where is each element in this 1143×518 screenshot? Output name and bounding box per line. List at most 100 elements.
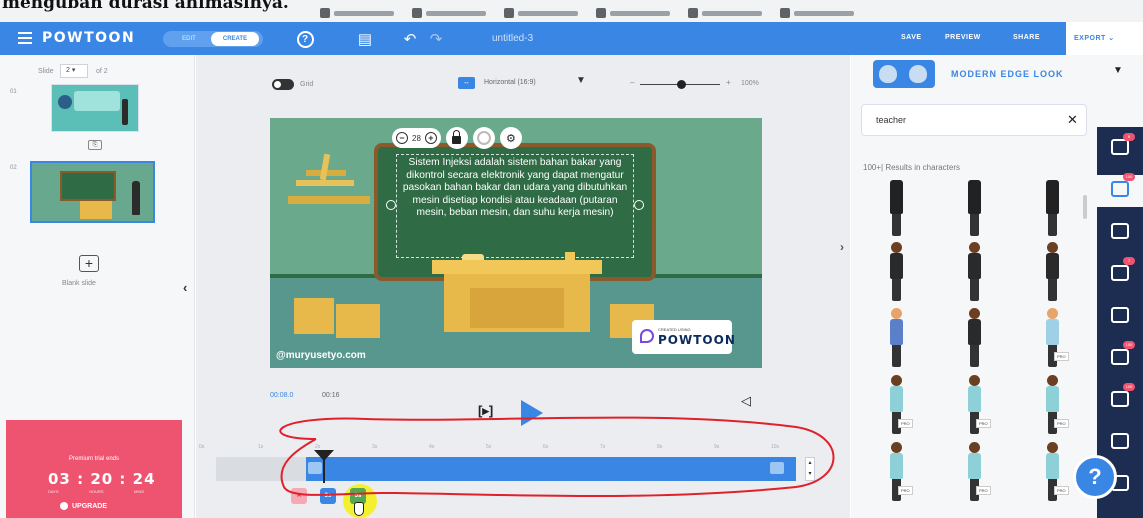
character-search-input[interactable]: teacher xyxy=(861,104,1087,136)
character-head xyxy=(1047,375,1058,386)
rail-badge: 100 xyxy=(1123,341,1135,349)
rail-badge: 100 xyxy=(1123,383,1135,391)
thumb-character xyxy=(58,95,72,109)
character-legs xyxy=(892,214,901,236)
canvas-area: Grid ↔ Horizontal (16:9) ▼ – + 100% › Si… xyxy=(196,55,850,518)
bookmark-item[interactable] xyxy=(504,8,578,18)
upgrade-button[interactable]: UPGRADE xyxy=(60,502,107,510)
bookmark-item[interactable] xyxy=(320,8,394,18)
pro-badge: PRO xyxy=(1054,419,1069,428)
thumb-shape xyxy=(74,91,120,111)
rail-characters-icon[interactable] xyxy=(1111,181,1129,197)
trial-title: Premium trial ends xyxy=(68,456,119,462)
powtoon-logo: POWTOON xyxy=(42,30,136,46)
character-figure xyxy=(968,453,981,479)
tutorial-caption: mengubah durasi animasinya. xyxy=(2,0,289,13)
trial-unit-hours: HOURS xyxy=(89,489,104,494)
rail-images-icon[interactable] xyxy=(1111,349,1129,365)
share-button[interactable]: SHARE xyxy=(1013,34,1040,41)
characters-panel: MODERN EDGE LOOK ▼ teacher ✕ 100+| Resul… xyxy=(851,55,1143,518)
character-head xyxy=(1047,308,1058,319)
document-title[interactable]: untitled-3 xyxy=(492,33,533,44)
top-bar: POWTOON EDIT CREATE ? ▤ ↶ ↷ untitled-3 S… xyxy=(0,22,1143,55)
export-button[interactable]: EXPORT ⌄ xyxy=(1066,22,1143,55)
notes-icon: ▤ xyxy=(357,31,373,48)
mode-create-option[interactable]: CREATE xyxy=(211,32,259,46)
thumb-desk xyxy=(80,201,112,219)
rail-music-icon[interactable] xyxy=(1111,433,1129,449)
character-head xyxy=(969,242,980,253)
thumb-figure xyxy=(132,181,140,215)
slide-thumbnail-2[interactable] xyxy=(30,161,155,223)
bookmark-item[interactable] xyxy=(412,8,486,18)
blank-slide-label: Blank slide xyxy=(62,280,96,287)
character-figure xyxy=(968,386,981,412)
slide-thumbnail-1[interactable] xyxy=(51,84,139,132)
bookmark-icon xyxy=(320,8,330,18)
rail-shapes-icon[interactable] xyxy=(1111,307,1129,323)
mode-edit-option[interactable]: EDIT xyxy=(167,33,211,45)
character-legs xyxy=(970,214,979,236)
save-button[interactable]: SAVE xyxy=(901,34,922,41)
character-figure xyxy=(1046,386,1059,412)
bookmark-label xyxy=(334,10,394,16)
rail-badge: 9 xyxy=(1123,133,1135,141)
bookmarks-list xyxy=(320,8,854,18)
character-head xyxy=(1047,242,1058,253)
preview-button[interactable]: PREVIEW xyxy=(945,34,981,41)
rail-badge: 100 xyxy=(1123,173,1135,181)
edit-create-toggle[interactable]: EDIT CREATE xyxy=(163,31,263,47)
duplicate-slide-icon[interactable]: ⎘ xyxy=(88,140,102,150)
character-head xyxy=(891,375,902,386)
bookmark-label xyxy=(518,10,578,16)
collapse-left-panel-icon[interactable]: ‹ xyxy=(183,280,187,295)
bookmark-item[interactable] xyxy=(688,8,762,18)
help-fab-button[interactable]: ? xyxy=(1073,455,1117,499)
redo-button[interactable]: ↷ xyxy=(425,28,447,50)
undo-icon: ↶ xyxy=(403,31,417,48)
character-legs xyxy=(970,279,979,301)
look-title[interactable]: MODERN EDGE LOOK xyxy=(951,69,1064,79)
character-legs xyxy=(892,279,901,301)
character-face-icon xyxy=(879,65,897,83)
character-figure xyxy=(890,319,903,345)
trial-unit-days: DAYS xyxy=(48,489,59,494)
upgrade-label: UPGRADE xyxy=(72,502,108,510)
pro-badge: PRO xyxy=(976,486,991,495)
character-head xyxy=(969,308,980,319)
chevron-down-icon[interactable]: ▼ xyxy=(1113,65,1123,76)
bookmark-label xyxy=(794,10,854,16)
rail-video-icon[interactable] xyxy=(1111,391,1129,407)
character-head xyxy=(891,442,902,453)
character-figure xyxy=(890,453,903,479)
add-blank-slide-button[interactable]: + xyxy=(79,255,99,272)
notes-button[interactable]: ▤ xyxy=(354,28,376,50)
redo-icon: ↷ xyxy=(429,31,443,48)
bookmark-label xyxy=(702,10,762,16)
slide-label: Slide xyxy=(38,68,54,75)
rail-text-icon[interactable] xyxy=(1111,265,1129,281)
character-figure xyxy=(968,180,981,214)
rail-props-icon[interactable] xyxy=(1111,223,1129,239)
clear-search-icon[interactable]: ✕ xyxy=(1067,112,1078,128)
character-legs xyxy=(970,345,979,367)
bookmark-item[interactable] xyxy=(596,8,670,18)
trial-units: DAYS HOURS MINS xyxy=(48,489,144,494)
character-figure xyxy=(1046,453,1059,479)
bookmark-item[interactable] xyxy=(780,8,854,18)
powtoon-editor: mengubah durasi animasinya. POWTOON EDIT… xyxy=(0,0,1143,518)
upgrade-icon xyxy=(60,502,68,510)
slide-selector[interactable]: 2 ▾ xyxy=(60,64,88,78)
pro-badge: PRO xyxy=(1054,352,1069,361)
undo-button[interactable]: ↶ xyxy=(399,28,421,50)
character-figure xyxy=(1046,253,1059,279)
panel-scrollbar[interactable] xyxy=(1083,195,1087,219)
slides-panel: Slide 2 ▾ of 2 01 ⎘ 02 + Blank slide ‹ P… xyxy=(0,55,195,518)
help-button[interactable]: ? xyxy=(294,28,316,50)
look-thumbnail[interactable] xyxy=(873,60,935,88)
rail-scenes-icon[interactable] xyxy=(1111,139,1129,155)
slide-number: 02 xyxy=(10,165,17,171)
character-figure xyxy=(890,253,903,279)
character-figure xyxy=(1046,319,1059,345)
hamburger-menu-icon[interactable] xyxy=(18,32,32,44)
